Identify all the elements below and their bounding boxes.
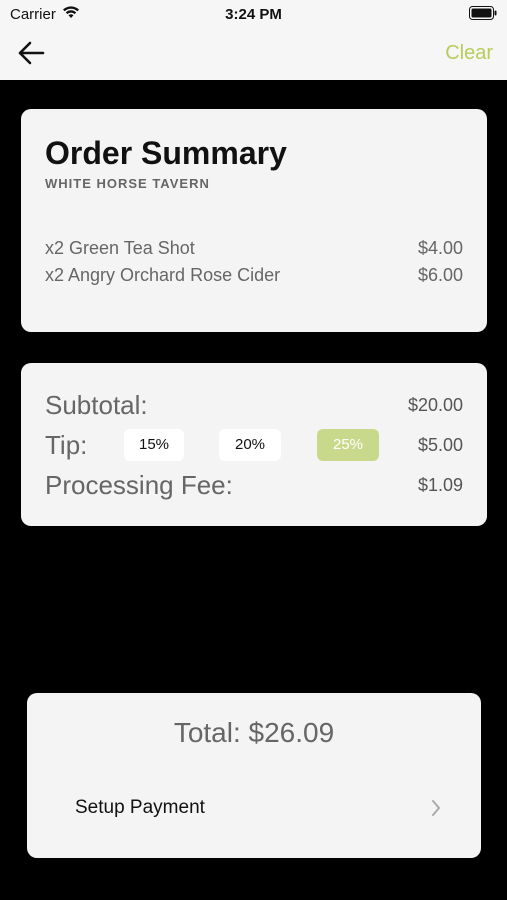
total-amount: Total: $26.09 — [173, 717, 335, 748]
clear-button[interactable]: Clear — [445, 42, 493, 65]
order-item-price: $6.00 — [417, 265, 463, 285]
order-item: x2 Angry Orchard Rose Cider $6.00 — [45, 265, 463, 286]
battery-icon — [469, 6, 497, 20]
status-bar: Carrier 3:24 PM — [0, 0, 507, 28]
back-arrow-icon[interactable] — [16, 40, 46, 66]
tip-label: Tip: — [45, 430, 88, 460]
total-card: Total: $26.09 Setup Payment — [27, 693, 481, 858]
tip-25-button[interactable]: 25% — [317, 429, 379, 461]
setup-payment-label: Setup Payment — [75, 797, 205, 818]
setup-payment-row[interactable]: Setup Payment — [27, 783, 481, 833]
order-item-price: $4.00 — [417, 238, 463, 258]
totals-card: Subtotal: $20.00 Tip: 15% 20% 25% $5.00 … — [21, 363, 487, 526]
processing-fee-value: $1.09 — [417, 475, 463, 495]
tip-15-button[interactable]: 15% — [124, 429, 184, 461]
venue-name: WHITE HORSE TAVERN — [45, 176, 210, 191]
order-summary-card: Order Summary WHITE HORSE TAVERN x2 Gree… — [21, 109, 487, 332]
order-item-label: x2 Green Tea Shot — [45, 238, 195, 258]
subtotal-label: Subtotal: — [45, 390, 148, 420]
tip-20-button[interactable]: 20% — [219, 429, 281, 461]
chevron-right-icon — [432, 800, 440, 816]
order-item: x2 Green Tea Shot $4.00 — [45, 238, 463, 259]
navigation-bar: Clear — [0, 28, 507, 80]
tip-value: $5.00 — [417, 435, 463, 455]
processing-fee-label: Processing Fee: — [45, 470, 233, 500]
order-summary-title: Order Summary — [45, 135, 287, 171]
order-item-label: x2 Angry Orchard Rose Cider — [45, 265, 281, 285]
subtotal-value: $20.00 — [407, 395, 463, 415]
clock-time: 3:24 PM — [225, 6, 282, 23]
